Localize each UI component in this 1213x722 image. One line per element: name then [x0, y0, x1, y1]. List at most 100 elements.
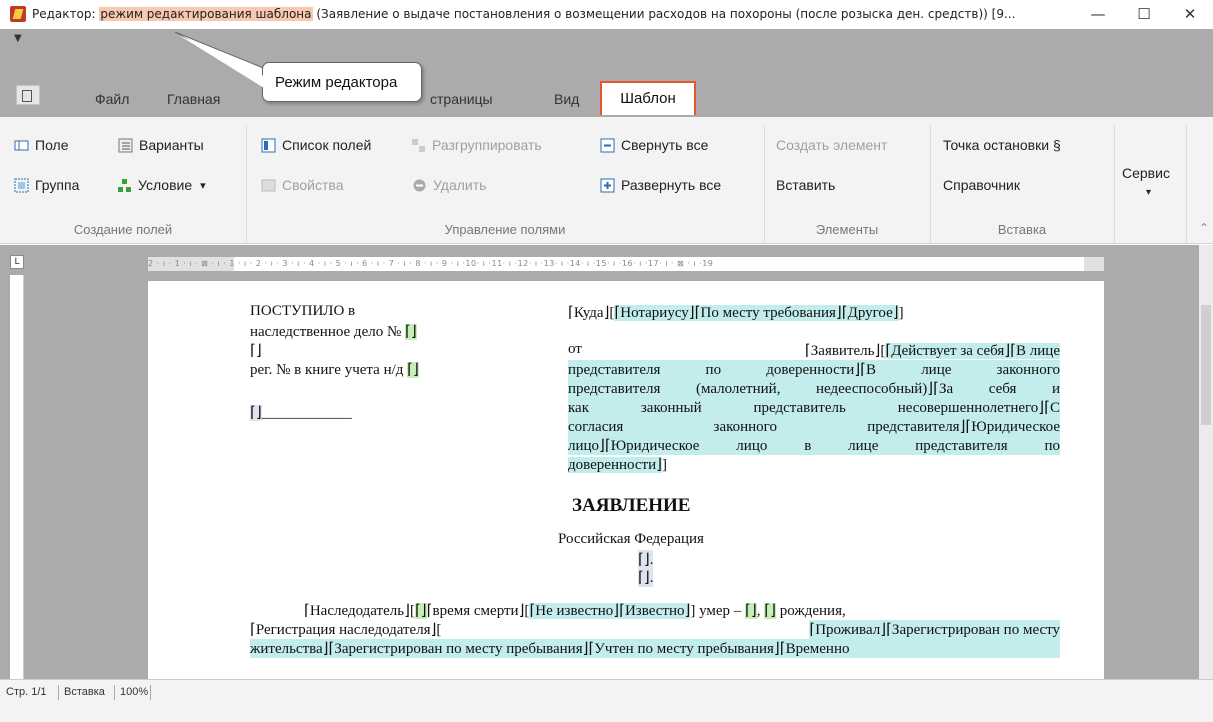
addressee-line: ⌈Куда⌋[⌈Нотариусу⌋⌈По месту требования⌋⌈…: [568, 303, 904, 322]
registry-number-field[interactable]: ⌈⌋: [407, 362, 419, 378]
registry-text: рег. № в книге учета н/д: [250, 362, 404, 378]
registration-field[interactable]: ⌈Регистрация наследодателя⌋[: [250, 620, 441, 639]
group-button[interactable]: Группа: [14, 177, 79, 193]
field-list-button[interactable]: Список полей: [261, 137, 371, 153]
applicant-line-5[interactable]: согласия законного представителя⌋⌈Юридич…: [568, 417, 1060, 436]
service-dropdown-icon[interactable]: ▾: [1146, 187, 1151, 198]
applicant-line-2[interactable]: представителя по доверенности⌋⌈В лице за…: [568, 360, 1060, 379]
variants-button[interactable]: Варианты: [118, 137, 204, 153]
applicant-field[interactable]: ⌈Заявитель⌋[: [805, 343, 885, 359]
delete-icon: [412, 178, 427, 193]
vertical-scrollbar[interactable]: [1199, 245, 1213, 679]
collapse-all-button[interactable]: Свернуть все: [600, 137, 708, 153]
applicant-close: ]: [661, 457, 667, 473]
applicant-option-self[interactable]: ⌈Действует за себя⌋⌈В лице: [885, 343, 1060, 359]
ungroup-label: Разгруппировать: [432, 137, 542, 153]
applicant-option-legal-rep[interactable]: доверенности⌋: [568, 457, 662, 473]
federation-label: Российская Федерация: [558, 531, 704, 547]
close-button[interactable]: ✕: [1167, 0, 1213, 29]
reference-button[interactable]: Справочник: [943, 177, 1020, 193]
tab-page[interactable]: страницы: [430, 91, 493, 107]
applicant-line-3[interactable]: представителя (малолетний, недееспособны…: [568, 379, 1060, 398]
option-other[interactable]: ⌈Другое⌋: [841, 305, 899, 321]
ribbon-separator: [1186, 125, 1187, 243]
addressee-field[interactable]: ⌈Куда⌋[: [568, 305, 614, 321]
option-notary[interactable]: ⌈Нотариусу⌋: [614, 305, 695, 321]
ruler-right-margin: [1084, 257, 1104, 271]
inheritance-case-label: наследственное дело № ⌈⌋: [250, 322, 417, 341]
expand-all-label: Развернуть все: [621, 177, 722, 193]
case-number-field[interactable]: ⌈⌋: [405, 324, 417, 340]
field-list-icon: [261, 138, 276, 153]
status-bar: Стр. 1/1 Вставка 100%: [0, 679, 1213, 722]
page-indicator: Стр. 1/1: [6, 686, 47, 698]
status-separator: [58, 685, 59, 700]
birth-text: рождения,: [775, 603, 846, 619]
date-field[interactable]: ⌈⌋: [250, 405, 262, 421]
collapse-all-label: Свернуть все: [621, 137, 709, 153]
field-button[interactable]: Поле: [14, 137, 69, 153]
ruler-ticks: 2 · ı · 1 · ı · ⊠ · ı · 1 · ı · 2 · ı · …: [148, 259, 714, 268]
empty-field[interactable]: ⌈⌋: [250, 341, 262, 360]
properties-icon: [261, 178, 276, 193]
applicant-line-6[interactable]: лицо⌋⌈Юридическое лицо в лице представит…: [568, 436, 1060, 455]
tab-stop-selector[interactable]: L: [10, 255, 24, 269]
zoom-indicator[interactable]: 100%: [120, 686, 148, 698]
region-field[interactable]: ⌈⌋.: [638, 550, 654, 569]
date-line: ⌈⌋____________: [250, 403, 352, 422]
document-page[interactable]: ПОСТУПИЛО в наследственное дело № ⌈⌋ ⌈⌋ …: [148, 281, 1104, 679]
service-label: Сервис: [1122, 165, 1170, 181]
death-time-options[interactable]: ⌈Не известно⌋⌈Известно⌋: [529, 603, 691, 619]
condition-button[interactable]: Условие ▾: [117, 177, 206, 193]
delete-button[interactable]: Удалить: [412, 177, 486, 193]
group-label-elements: Элементы: [815, 222, 879, 237]
applicant-line-4[interactable]: как законный представитель несовершеннол…: [568, 398, 1060, 417]
died-text: ] умер –: [690, 603, 746, 619]
callout-pointer: [174, 31, 279, 93]
decedent-name-field[interactable]: ⌈⌋: [414, 603, 427, 619]
registration-options[interactable]: ⌈Проживал⌋⌈Зарегистрирован по месту: [809, 620, 1060, 639]
field-list-label: Список полей: [282, 137, 372, 153]
title-document: (Заявление о выдаче постановления о возм…: [312, 7, 1016, 21]
editor-mode-callout: Режим редактора: [262, 62, 422, 102]
ungroup-button[interactable]: Разгруппировать: [411, 137, 542, 153]
maximize-button[interactable]: ☐: [1121, 0, 1167, 29]
paragraph-line-3[interactable]: жительства⌋⌈Зарегистрирован по месту пре…: [250, 639, 1060, 658]
variants-label: Варианты: [139, 137, 204, 153]
insert-mode-indicator[interactable]: Вставка: [64, 686, 105, 698]
group-label-manage-fields: Управление полями: [444, 222, 566, 237]
pin-ribbon-icon[interactable]: ⌃: [1199, 221, 1209, 235]
properties-label: Свойства: [282, 177, 344, 193]
document-heading: ЗАЯВЛЕНИЕ: [572, 495, 691, 516]
create-element-button[interactable]: Создать элемент: [776, 137, 887, 153]
ribbon-panel: Поле Варианты Группа Условие ▾ Создание п…: [0, 117, 1213, 244]
expand-all-button[interactable]: Развернуть все: [600, 177, 721, 193]
paragraph-line-2: ⌈Регистрация наследодателя⌋[ ⌈Проживал⌋⌈З…: [250, 620, 1060, 639]
death-date-field[interactable]: ⌈⌋: [745, 603, 757, 619]
horizontal-ruler[interactable]: 2 · ı · 1 · ı · ⊠ · ı · 1 · ı · 2 · ı · …: [148, 257, 1104, 271]
city-field[interactable]: ⌈⌋.: [638, 568, 654, 587]
minimize-button[interactable]: —: [1075, 0, 1121, 29]
status-separator: [150, 685, 151, 700]
expand-icon: [600, 178, 615, 193]
field-label: Поле: [35, 137, 69, 153]
service-button[interactable]: Сервис: [1122, 165, 1170, 181]
date-underline: ____________: [261, 405, 352, 421]
collapse-icon: [600, 138, 615, 153]
option-on-demand[interactable]: ⌈По месту требования⌋: [694, 305, 842, 321]
paragraph-line-1: ⌈Наследодатель⌋[⌈⌋⌈время смерти⌋[⌈Не изв…: [304, 601, 846, 620]
birth-date-field[interactable]: ⌈⌋: [764, 603, 776, 619]
vertical-ruler[interactable]: [10, 275, 24, 679]
applicant-line-1: от ⌈Заявитель⌋[⌈Действует за себя⌋⌈В лице: [568, 341, 1060, 360]
breakpoint-button[interactable]: Точка остановки §: [943, 137, 1061, 153]
group-label: Группа: [35, 177, 80, 193]
properties-button[interactable]: Свойства: [261, 177, 343, 193]
status-separator: [114, 685, 115, 700]
insert-button[interactable]: Вставить: [776, 177, 835, 193]
scrollbar-thumb[interactable]: [1201, 305, 1211, 425]
decedent-field[interactable]: ⌈Наследодатель⌋[: [304, 603, 415, 619]
death-time-field[interactable]: ⌈время смерти⌋[: [427, 603, 530, 619]
tab-view[interactable]: Вид: [554, 91, 579, 107]
tab-template[interactable]: Шаблон: [600, 81, 696, 115]
field-icon: [14, 138, 29, 153]
